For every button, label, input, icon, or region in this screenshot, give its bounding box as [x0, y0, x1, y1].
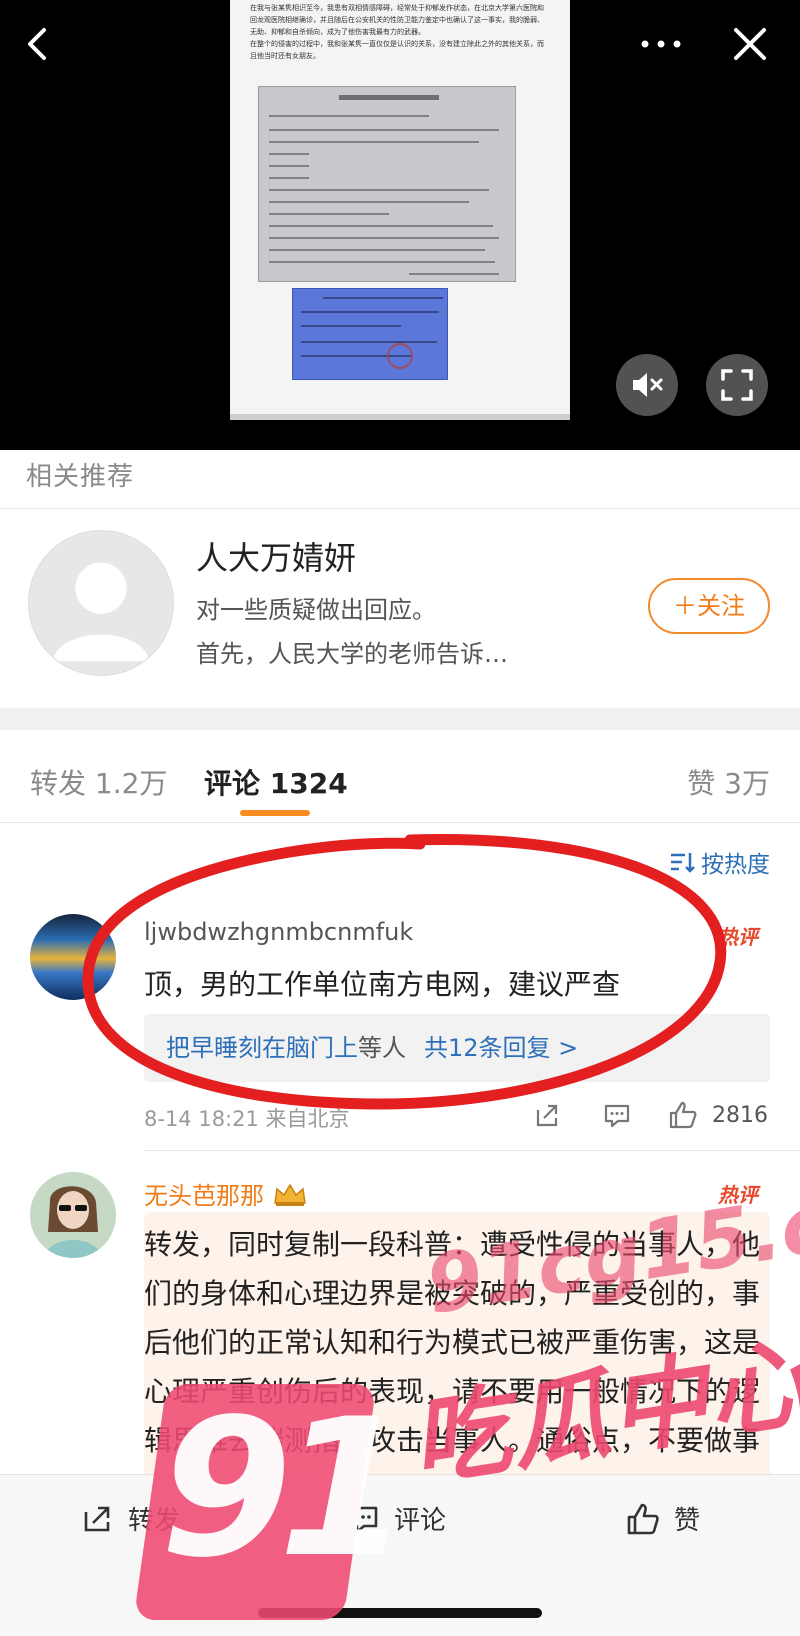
avatar[interactable]: [28, 530, 174, 676]
comment-button[interactable]: 评论: [346, 1500, 446, 1537]
thumbs-up-icon: [627, 1503, 659, 1534]
document-photo-1: [258, 86, 516, 282]
share-icon: [84, 1506, 110, 1531]
video-player[interactable]: 在我与张某隽相识至今，我患有双相情感障碍，经常处于抑郁发作状态，在北京大学第六医…: [0, 0, 800, 450]
like-count: 2816: [712, 1103, 768, 1128]
hot-comment-badge: 热评: [718, 1183, 758, 1207]
comment-username[interactable]: 无头芭那那: [144, 1176, 308, 1211]
home-indicator: [258, 1608, 542, 1618]
recommended-user-name[interactable]: 人大万婧妍: [196, 533, 356, 579]
avatar[interactable]: [30, 1172, 116, 1258]
divider: [0, 508, 800, 509]
like-label: 赞: [674, 1506, 701, 1536]
mute-icon: [633, 373, 663, 397]
comment-text[interactable]: 转发，同时复制一段科普：遭受性侵的当事人，他们的身体和心理边界是被突破的，严重受…: [144, 1220, 764, 1514]
divider: [0, 822, 800, 823]
mute-button[interactable]: [616, 354, 678, 416]
comment-meta: 8-14 18:21 来自北京: [144, 1107, 350, 1131]
comment-icon: [348, 1506, 378, 1533]
comment-label: 评论: [394, 1506, 447, 1536]
comment-username[interactable]: ljwbdwzhgnmbcnmfuk: [144, 918, 413, 946]
comment-icon[interactable]: [602, 1100, 632, 1130]
share-icon[interactable]: [532, 1100, 562, 1130]
related-section-title: 相关推荐: [26, 462, 135, 492]
avatar[interactable]: [30, 914, 116, 1000]
sort-label: 按热度: [701, 852, 770, 878]
hot-comment-badge: 热评: [718, 925, 758, 949]
fullscreen-button[interactable]: [706, 354, 768, 416]
reply-count-link[interactable]: 共12条回复 >: [424, 1034, 578, 1062]
reply-summary[interactable]: 把早睡刻在脑门上等人 共12条回复 >: [144, 1014, 770, 1082]
sort-icon: [669, 851, 695, 873]
document-frame: 在我与张某隽相识至今，我患有双相情感障碍，经常处于抑郁发作状态，在北京大学第六医…: [230, 0, 570, 420]
recommended-post-line-2[interactable]: 首先，人民大学的老师告诉…: [196, 634, 508, 669]
recommended-post-line-1[interactable]: 对一些质疑做出回应。: [196, 590, 436, 625]
divider: [144, 1150, 800, 1151]
like-button[interactable]: 赞: [626, 1500, 700, 1537]
follow-button[interactable]: ＋关注: [648, 578, 770, 634]
fullscreen-icon: [721, 369, 753, 401]
sort-by-hot-button[interactable]: 按热度: [669, 845, 770, 879]
document-caption: 在我与张某隽相识至今，我患有双相情感障碍，经常处于抑郁发作状态，在北京大学第六医…: [250, 4, 544, 60]
repost-button[interactable]: 转发: [80, 1500, 180, 1537]
document-photo-2: [292, 288, 448, 380]
tab-comment[interactable]: 评论 1324: [204, 762, 348, 802]
reply-username[interactable]: 把早睡刻在脑门上: [166, 1034, 358, 1062]
crown-icon: [272, 1181, 308, 1207]
comment-text[interactable]: 顶，男的工作单位南方电网，建议严查: [144, 960, 764, 1009]
back-icon[interactable]: [18, 24, 58, 64]
repost-label: 转发: [128, 1506, 181, 1536]
reply-connector: 等人: [358, 1034, 406, 1062]
tab-like[interactable]: 赞 3万: [687, 762, 770, 802]
comment-username-text[interactable]: 无头芭那那: [144, 1176, 264, 1211]
stamp-icon: [387, 343, 413, 369]
more-icon[interactable]: [636, 24, 686, 64]
active-tab-indicator: [240, 810, 310, 816]
close-icon[interactable]: [730, 24, 770, 64]
tab-repost[interactable]: 转发 1.2万: [30, 762, 167, 802]
section-separator: [0, 708, 800, 730]
thumbs-up-icon[interactable]: [668, 1100, 698, 1130]
